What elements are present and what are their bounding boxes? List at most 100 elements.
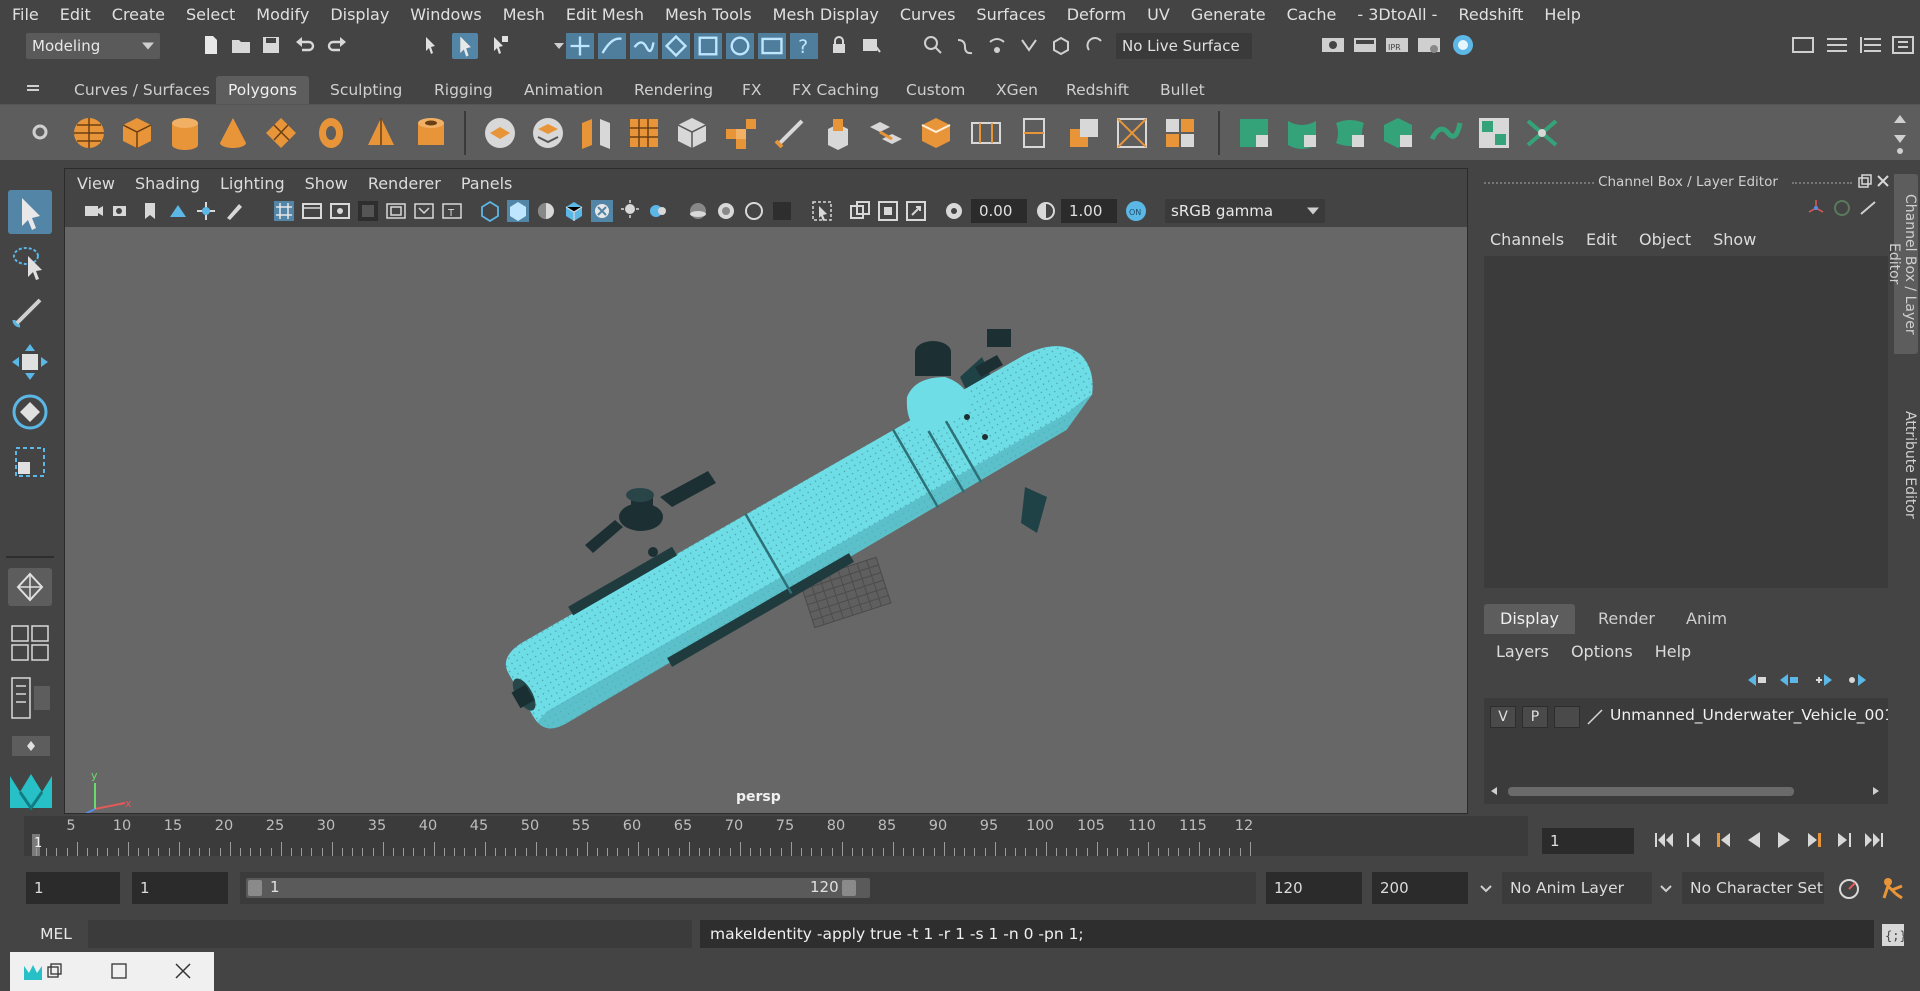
shelf-menu-icon[interactable] [24,78,42,100]
open-scene-icon[interactable] [230,34,252,56]
float-panel-icon[interactable] [1858,174,1872,188]
cylindrical-uv-icon[interactable] [1284,115,1320,151]
smooth-icon[interactable] [626,115,662,151]
scroll-right-icon[interactable] [1870,784,1882,798]
poly-pyramid-icon[interactable] [364,115,398,151]
menu-display[interactable]: Display [330,5,389,24]
workspace-attribute-icon[interactable] [1858,34,1884,56]
snap-live-icon[interactable] [694,33,722,59]
ipr-render-icon[interactable]: IPR [1384,34,1410,56]
menu-mesh[interactable]: Mesh [503,5,545,24]
menu-windows[interactable]: Windows [410,5,481,24]
cut-uv-icon[interactable] [1524,115,1560,151]
select-tool[interactable] [8,190,52,234]
layer-name[interactable]: Unmanned_Underwater_Vehicle_001 [1610,706,1888,724]
layer-display-type-toggle[interactable] [1554,706,1580,728]
play-forwards-icon[interactable] [1772,828,1796,852]
separate-icon[interactable] [530,115,566,151]
snap-point-icon[interactable] [630,33,658,59]
tab-xgen[interactable]: XGen [984,76,1050,104]
new-layer-icon[interactable] [1812,672,1834,688]
insert-edge-loop-icon[interactable] [1016,115,1052,151]
use-default-material-icon[interactable] [535,200,557,222]
automatic-uv-icon[interactable] [1380,115,1416,151]
snap-to-view-planes-icon[interactable] [1018,34,1040,56]
frame-selection-hierarchy-icon[interactable] [905,200,927,222]
unfold-uv-icon[interactable] [1428,115,1464,151]
chevron-down-icon[interactable] [1478,880,1494,896]
poly-cube-icon[interactable] [120,115,154,151]
four-view-layout-button[interactable] [10,624,52,662]
poly-plane-icon[interactable] [264,115,298,151]
shelf-scroll-icon[interactable] [1890,109,1910,157]
color-space-dropdown[interactable]: sRGB gamma [1165,199,1325,223]
snap-to-grids-icon[interactable] [922,34,944,56]
menu-mesh-display[interactable]: Mesh Display [773,5,879,24]
close-icon[interactable] [1876,174,1890,188]
render-view-icon[interactable] [1320,34,1346,56]
menu-modify[interactable]: Modify [256,5,309,24]
script-language-toggle[interactable]: MEL [28,920,84,948]
outliner-layout-button[interactable] [10,676,52,720]
side-tab-attribute-editor[interactable]: Attribute Editor [1894,400,1918,530]
menu-edit[interactable]: Edit [60,5,91,24]
panel-grip-icon[interactable] [1484,182,1594,186]
snap-curve-icon[interactable] [598,33,626,59]
panel-grip-icon[interactable] [1792,182,1852,186]
go-to-end-icon[interactable] [1862,828,1886,852]
menu-edit-mesh[interactable]: Edit Mesh [566,5,644,24]
tab-rendering[interactable]: Rendering [622,76,725,104]
camera-select-icon[interactable] [860,34,882,56]
poly-pipe-icon[interactable] [414,115,448,151]
layer-options-menu[interactable]: Options [1571,642,1633,661]
tab-animation[interactable]: Animation [512,76,615,104]
speed-icon[interactable] [1832,198,1852,218]
tab-curves-surfaces[interactable]: Curves / Surfaces [62,76,222,104]
range-slider[interactable]: 1 120 [240,872,1256,904]
merge-icon[interactable] [1162,115,1198,151]
move-layer-up-icon[interactable] [1746,672,1768,688]
bridge-icon[interactable] [868,115,904,151]
range-end-handle[interactable] [842,880,856,896]
layer-color-icon[interactable] [1584,706,1606,728]
viewport-menu-shading[interactable]: Shading [135,174,200,193]
grid-icon[interactable] [273,200,295,222]
film-gate-icon[interactable] [301,200,323,222]
perspective-viewport[interactable]: x y z persp [65,227,1467,813]
layout-options-button[interactable] [10,734,52,758]
tab-render[interactable]: Render [1582,604,1671,634]
bevel-icon[interactable] [918,115,954,151]
range-start-handle[interactable] [248,880,262,896]
new-scene-icon[interactable] [200,34,222,56]
tab-fx-caching[interactable]: FX Caching [780,76,891,104]
rotate-tool[interactable] [8,390,52,434]
new-layer-from-selection-icon[interactable] [1846,672,1868,688]
menu-redshift[interactable]: Redshift [1458,5,1523,24]
hypershade-icon[interactable] [1450,32,1476,58]
xray-active-icon[interactable] [715,200,737,222]
screen-space-ao-icon[interactable] [647,200,669,222]
gamma-field[interactable]: 1.00 [1061,199,1117,223]
extrude-icon[interactable] [820,115,856,151]
backface-culling-icon[interactable] [771,200,793,222]
menu-select[interactable]: Select [186,5,235,24]
poly-cylinder-icon[interactable] [168,115,202,151]
channel-edit-menu[interactable]: Edit [1586,230,1617,249]
gamma-icon[interactable] [1035,200,1057,222]
redo-icon[interactable] [326,34,348,56]
viewport-menu-show[interactable]: Show [305,174,348,193]
color-management-toggle-icon[interactable]: ON [1125,200,1147,222]
command-input[interactable] [88,920,692,948]
use-all-lights-icon[interactable] [591,200,613,222]
uv-editor-icon[interactable] [1476,115,1512,151]
remesh-icon[interactable] [722,115,758,151]
safe-title-icon[interactable]: T [441,200,463,222]
shadows-icon[interactable] [619,200,641,222]
select-components-icon[interactable] [488,34,510,56]
menu-generate[interactable]: Generate [1191,5,1266,24]
menu-create[interactable]: Create [112,5,165,24]
workspace-modeling-icon[interactable] [1790,34,1816,56]
render-settings-icon[interactable] [1416,34,1442,56]
manipulator-icon[interactable] [1806,198,1826,218]
poly-torus-icon[interactable] [314,115,348,151]
